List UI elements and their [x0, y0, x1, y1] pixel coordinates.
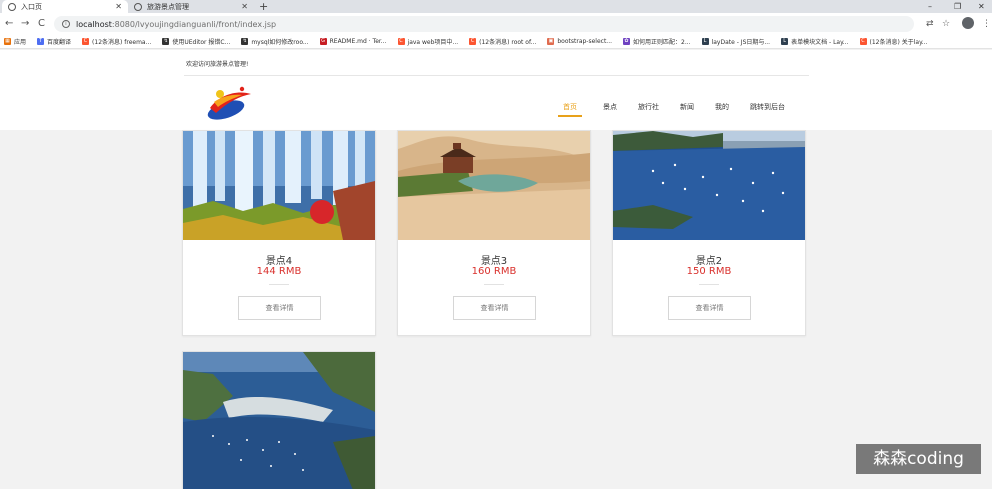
cnblogs-icon: ↯ [241, 38, 249, 45]
nav-agencies[interactable]: 旅行社 [638, 102, 659, 117]
close-tab-icon[interactable]: ✕ [115, 2, 122, 11]
welcome-text: 欢迎访问旅游景点管理! [186, 61, 249, 68]
menu-icon[interactable]: ⋮ [982, 17, 991, 31]
info-icon[interactable]: i [62, 20, 70, 28]
bookmark-item[interactable]: Cjava web项目中... [397, 37, 459, 46]
bookmark-item[interactable]: C (12条消息) freema... [82, 37, 151, 46]
csdn-icon: C [82, 38, 90, 45]
layui-icon: L [701, 38, 709, 45]
bookmark-label: 应用 [14, 39, 27, 46]
globe-icon [8, 2, 16, 11]
spot-image-desert[interactable] [398, 131, 590, 240]
baidu-translate-icon: T [37, 38, 45, 45]
bookmarks-bar: ▦ 应用 T 百度翻译 C (12条消息) freema... ↯ 使用UEditor … [0, 35, 992, 49]
new-tab-button[interactable]: + [259, 0, 268, 13]
spot-price: 160 RMB [471, 266, 517, 277]
badge-icon: ✿ [623, 38, 631, 45]
translate-icon[interactable]: ⇄ [926, 17, 934, 31]
close-window-button[interactable]: ✕ [978, 0, 985, 13]
csdn-icon: C [859, 38, 867, 45]
bookmark-label: (12条消息) root of... [479, 39, 537, 46]
url-path: :8080/lvyoujingdianguanli/front/index.js… [111, 19, 277, 29]
site-header: 欢迎访问旅游景点管理! 首页 景点 旅行社 新闻 我的 跳转到后台 [0, 50, 992, 130]
card-divider [269, 284, 289, 285]
globe-icon [134, 2, 142, 11]
spot-card [182, 351, 376, 489]
site-logo[interactable] [204, 83, 254, 123]
restore-button[interactable]: ❐ [954, 0, 961, 13]
spot-image-seaside[interactable] [613, 131, 805, 240]
tab-title: 旅游景点管理 [147, 2, 189, 11]
main-nav: 首页 景点 旅行社 新闻 我的 跳转到后台 [558, 102, 806, 117]
bookmark-label: layDate - JS日期与... [711, 39, 771, 46]
bookmark-label: 使用UEditor 报错C... [172, 39, 231, 46]
apps-grid-icon: ▦ [4, 38, 11, 45]
bookmark-label: java web项目中... [407, 39, 459, 46]
spot-name: 景点2 [695, 256, 723, 267]
browser-tab-strip: 入口页 ✕ 旅游景点管理 ✕ + – ❐ ✕ [0, 0, 992, 13]
spot-card: 景点3 160 RMB 查看详情 [397, 130, 591, 336]
cnblogs-icon: ↯ [162, 38, 170, 45]
view-details-button[interactable]: 查看详情 [238, 296, 321, 320]
close-tab-icon[interactable]: ✕ [241, 2, 248, 11]
bookmark-label: bootstrap-select... [557, 38, 613, 45]
bookmark-item[interactable]: ↯ 使用UEditor 报错C... [162, 37, 230, 46]
bookmark-item[interactable]: ▦ 应用 [4, 37, 26, 46]
bookmark-label: README.md · Ter... [329, 38, 387, 45]
spot-image-waterfall[interactable] [183, 131, 375, 240]
url-host: localhost [76, 19, 112, 29]
view-details-button[interactable]: 查看详情 [668, 296, 751, 320]
reload-button[interactable]: C [38, 17, 45, 31]
csdn-icon: C [469, 38, 477, 45]
profile-avatar-icon[interactable] [962, 17, 974, 29]
bookmark-item[interactable]: ▣ bootstrap-select... [547, 38, 612, 45]
header-divider [184, 75, 809, 76]
watermark: 森森coding [856, 444, 981, 474]
bookmark-label: 百度翻译 [47, 39, 72, 46]
browser-tab-home[interactable]: 入口页 ✕ [2, 0, 128, 13]
bookmark-label: mysql如何修改roo... [251, 39, 309, 46]
minimize-button[interactable]: – [928, 0, 932, 13]
nav-news[interactable]: 新闻 [680, 102, 694, 117]
spot-price: 144 RMB [256, 266, 302, 277]
nav-spots[interactable]: 景点 [603, 102, 617, 117]
spot-name: 景点3 [480, 256, 508, 267]
bookmark-star-icon[interactable]: ☆ [942, 17, 950, 31]
bookmark-item[interactable]: ✿ 如何用正则匹配：2... [623, 37, 691, 46]
bookmark-item[interactable]: T 百度翻译 [37, 37, 71, 46]
spot-price: 150 RMB [686, 266, 732, 277]
bookmark-item[interactable]: ↯ mysql如何修改roo... [241, 37, 309, 46]
nav-mine[interactable]: 我的 [715, 102, 729, 117]
bookmark-label: (12条消息) 关于lay... [869, 39, 928, 46]
bookmark-item[interactable]: G README.md · Ter... [319, 38, 387, 45]
nav-admin[interactable]: 跳转到后台 [750, 102, 785, 117]
browser-tab-admin[interactable]: 旅游景点管理 ✕ [128, 0, 254, 13]
bookmark-label: 表单模块文档 - Lay... [791, 39, 849, 46]
spot-card: 景点2 150 RMB 查看详情 [612, 130, 806, 336]
bookmark-label: 如何用正则匹配：2... [633, 39, 691, 46]
nav-home[interactable]: 首页 [558, 102, 582, 117]
spot-name: 景点4 [265, 256, 293, 267]
bookmark-item[interactable]: L 表单模块文档 - Lay... [781, 37, 849, 46]
bookmark-item[interactable]: C (12条消息) 关于lay... [859, 37, 928, 46]
forward-button[interactable]: → [21, 17, 29, 31]
card-divider [699, 284, 719, 285]
bookmark-item[interactable]: LlayDate - JS日期与... [701, 37, 771, 46]
tab-title: 入口页 [21, 2, 42, 11]
browser-toolbar: ← → C i localhost :8080/lvyoujingdiangua… [0, 13, 992, 35]
gitee-icon: G [319, 38, 327, 45]
card-divider [484, 284, 504, 285]
view-details-button[interactable]: 查看详情 [453, 296, 536, 320]
spot-card: 景点4 144 RMB 查看详情 [182, 130, 376, 336]
address-bar[interactable]: i localhost :8080/lvyoujingdianguanli/fr… [54, 16, 914, 32]
back-button[interactable]: ← [5, 17, 13, 31]
csdn-icon: C [397, 38, 405, 45]
spot-image-bay[interactable] [183, 352, 375, 489]
bookmark-label: (12条消息) freema... [92, 39, 152, 46]
bootstrap-icon: ▣ [547, 38, 555, 45]
bookmark-item[interactable]: C (12条消息) root of... [469, 37, 536, 46]
layui-icon: L [781, 38, 789, 45]
